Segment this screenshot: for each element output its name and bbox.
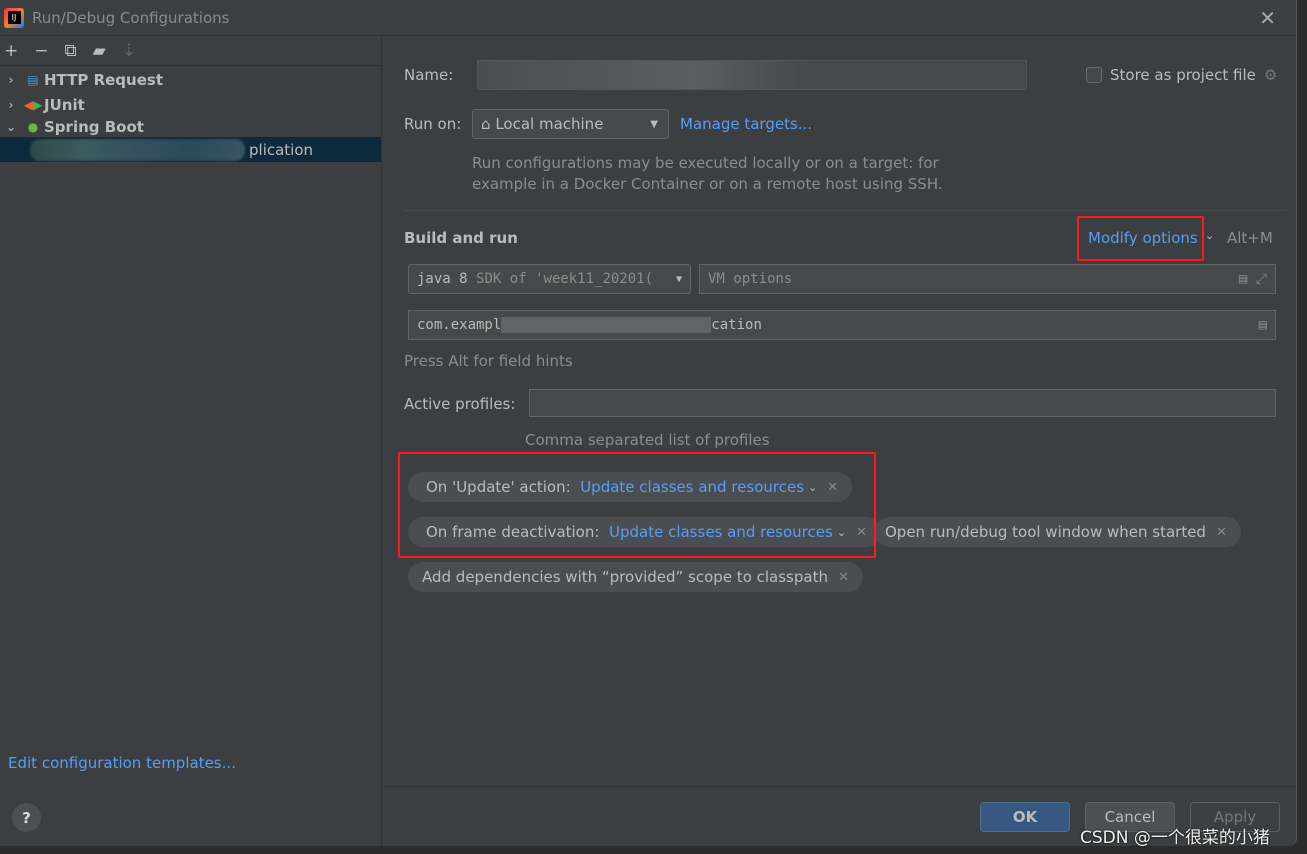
watermark: CSDN @一个很菜的小猪 [1080,828,1270,848]
window-title: Run/Debug Configurations [32,8,230,27]
junit-icon: ◀▶ [23,97,43,112]
main-class-input[interactable]: com.exampl cation ▤ [408,310,1276,340]
profiles-label: Active profiles: [404,395,516,413]
dropdown-arrow-icon: ▼ [675,273,682,285]
intellij-logo: IJ [4,7,24,28]
plus-icon[interactable]: + [4,41,18,61]
run-hint-line2: example in a Docker Container or on a re… [472,175,943,193]
chevron-right-icon: › [8,72,14,87]
folder-add-icon[interactable]: ▰ [93,41,106,61]
run-on-select[interactable]: ⌂ Local machine ▼ [472,109,669,139]
footer-divider [383,786,1296,787]
redacted-class [501,317,712,333]
dropdown-arrow-icon: ▼ [650,118,658,130]
chip-provided-scope[interactable]: Add dependencies with “provided” scope t… [408,562,863,592]
config-form: Name: Store as project file ⚙ Run on: ⌂ … [383,36,1296,786]
name-input[interactable] [477,60,1027,90]
name-label: Name: [404,66,454,84]
ok-button[interactable]: OK [980,802,1070,832]
profiles-hint: Comma separated list of profiles [525,431,770,449]
profiles-input[interactable] [529,389,1276,417]
title-bar: IJ Run/Debug Configurations ✕ [0,0,1296,36]
browse-icon[interactable]: ▤ [1259,317,1267,333]
store-label: Store as project file [1110,66,1256,84]
run-on-label: Run on: [404,115,462,133]
build-run-heading: Build and run [404,229,518,247]
tree-item-http-request[interactable]: › ▤ HTTP Request [0,67,381,92]
edit-templates-link[interactable]: Edit configuration templates... [8,754,236,772]
sort-az-icon[interactable]: ⇣ [122,41,136,61]
run-debug-dialog: IJ Run/Debug Configurations ✕ + − ⧉ ▰ ⇣ … [0,0,1297,846]
run-hint-line1: Run configurations may be executed local… [472,154,939,172]
copy-icon[interactable]: ⧉ [65,41,77,61]
modify-shortcut: Alt+M [1227,229,1273,247]
gear-icon[interactable]: ⚙ [1264,66,1277,84]
close-icon[interactable]: ✕ [1259,6,1276,30]
home-icon: ⌂ [481,115,491,133]
chevron-down-icon[interactable]: ⌄ [1205,229,1214,242]
tree-toolbar: + − ⧉ ▰ ⇣ [0,36,381,66]
remove-icon[interactable]: ✕ [838,570,849,585]
divider [404,210,1286,211]
highlight-box [398,452,876,558]
config-tree-panel: + − ⧉ ▰ ⇣ › ▤ HTTP Request › ◀▶ JUnit ⌄ ● Spri… [0,36,382,846]
tree-item-selected-application[interactable]: plication [0,137,381,162]
chevron-right-icon: › [8,97,14,112]
vm-options-input[interactable]: VM options ▤ ⤢ [699,264,1276,294]
jdk-select[interactable]: java 8 SDK of 'week11_20201(▼ [408,264,691,294]
redacted-name [30,138,245,161]
remove-icon[interactable]: ✕ [1216,525,1227,540]
store-project-checkbox[interactable] [1086,67,1102,83]
help-button[interactable]: ? [12,803,41,832]
expand-icon[interactable]: ▤ ⤢ [1239,271,1267,287]
api-icon: ▤ [27,72,39,87]
highlight-box [1077,216,1204,261]
tree-item-spring-boot[interactable]: ⌄ ● Spring Boot [0,117,381,137]
chip-open-tool-window[interactable]: Open run/debug tool window when started ✕ [875,517,1241,547]
manage-targets-link[interactable]: Manage targets... [680,115,812,133]
spring-icon: ● [27,120,39,134]
minus-icon[interactable]: − [34,41,48,61]
tree-item-junit[interactable]: › ◀▶ JUnit [0,92,381,117]
field-hint: Press Alt for field hints [404,352,573,370]
chevron-down-icon: ⌄ [5,120,17,134]
